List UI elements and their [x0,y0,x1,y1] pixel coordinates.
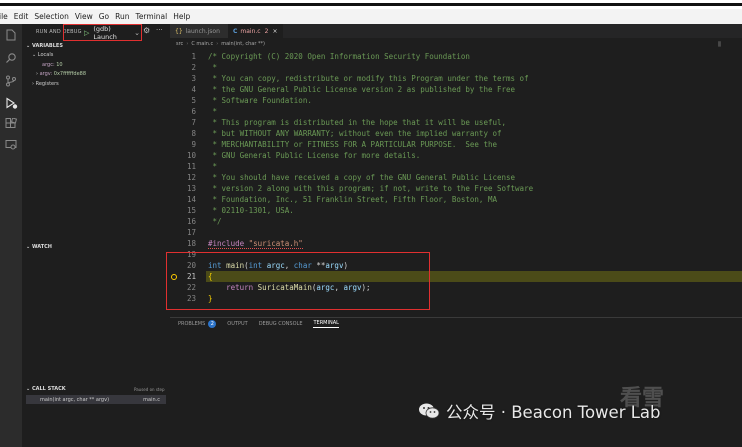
locals-scope[interactable]: ⌄ Locals [32,52,53,58]
start-debugging-icon[interactable]: ▷ [84,29,89,37]
tab-label: main.c [240,27,261,35]
menu-go[interactable]: Go [96,12,112,21]
watermark-text: 公众号 · Beacon Tower Lab [446,403,661,422]
code-line: 6 * [191,107,218,116]
problem-count-badge: 2 [264,27,269,35]
screenshot-frame: ile Edit Selection View Go Run Terminal … [0,0,742,447]
variable-row[interactable]: argc: 10 [42,62,63,68]
c-file-icon: C [233,27,238,35]
code-line: 18 #include "suricata.h" [186,238,303,249]
wechat-icon [419,403,440,419]
code-line: 16 */ [186,217,222,226]
chevron-down-icon: ⌄ [26,244,31,250]
code-line: 11 * [186,162,218,171]
debug-sidebar: RUN AND DEBUG ▷ (gdb) Launch ⌄ ⚙ ··· ⌄ V… [22,24,170,447]
menu-edit[interactable]: Edit [11,12,32,21]
extensions-icon[interactable] [4,117,18,131]
code-line: 3 * You can copy, redistribute or modify… [191,74,529,83]
variables-section-header[interactable]: ⌄ VARIABLES [26,43,63,49]
code-line: 8 * but WITHOUT ANY WARRANTY; without ev… [191,129,502,138]
code-line: 17 [186,228,196,237]
tab-launch-json[interactable]: {} launch.json [170,24,228,38]
explorer-icon[interactable] [4,28,18,42]
code-line: 20 int main(int argc, char **argv) [186,261,348,270]
tab-debug-console[interactable]: DEBUG CONSOLE [259,321,303,327]
tab-main-c[interactable]: C main.c 2 × [228,24,283,38]
json-file-icon: {} [175,27,183,35]
debug-config-label: (gdb) Launch [93,24,117,41]
panel-tabs: PROBLEMS 2 OUTPUT DEBUG CONSOLE TERMINAL [178,320,350,328]
code-line: 10 * GNU General Public License for more… [186,151,421,160]
stack-frame-file: main.c [143,396,160,403]
activity-bar [0,24,22,447]
gear-icon[interactable]: ⚙ [143,26,150,35]
chevron-down-icon: ⌄ [26,386,31,392]
source-control-icon[interactable] [4,74,18,88]
code-line: 23 } [186,294,213,303]
callstack-section-header[interactable]: ⌄ CALL STACK [26,386,66,392]
code-line: 7 * This program is distributed in the h… [191,118,507,127]
tab-terminal[interactable]: TERMINAL [313,320,339,328]
stack-frame-row[interactable]: main(int argc, char ** argv) main.c [26,395,166,404]
editor-tabs: {} launch.json C main.c 2 × [170,24,742,38]
breadcrumb: src › C main.c › main(int, char **) [176,41,265,47]
menu-run[interactable]: Run [112,12,132,21]
menu-bar: ile Edit Selection View Go Run Terminal … [0,9,742,24]
menu-file[interactable]: ile [0,12,11,21]
stack-frame-name: main(int argc, char ** argv) [40,396,110,403]
remote-explorer-icon[interactable] [4,138,18,152]
menu-help[interactable]: Help [170,12,193,21]
debug-config-dropdown[interactable]: ▷ (gdb) Launch ⌄ [84,24,140,41]
more-actions-icon[interactable]: ··· [156,26,163,34]
debug-view-title: RUN AND DEBUG [36,29,82,35]
menu-terminal[interactable]: Terminal [133,12,171,21]
chevron-right-icon: › [36,71,38,77]
include-directive: #include "suricata.h" [208,238,303,249]
registers-scope[interactable]: › Registers [32,81,59,87]
code-line: 12 * You should have received a copy of … [186,173,516,182]
menu-view[interactable]: View [72,12,96,21]
chevron-right-icon: › [32,81,34,87]
code-line: 13 * version 2 along with this program; … [186,184,534,193]
tab-label: launch.json [185,27,220,35]
code-line: 4 * the GNU General Public License versi… [191,85,516,94]
paused-status: Paused on step [134,387,165,392]
wechat-watermark: 公众号 · Beacon Tower Lab [418,400,661,422]
code-line: 15 * 02110-1301, USA. [186,206,294,215]
menu-selection[interactable]: Selection [31,12,72,21]
close-icon[interactable]: × [272,28,277,35]
chevron-down-icon: ⌄ [26,43,31,49]
variable-row[interactable]: › argv: 0x7ffffffde88 [36,71,86,77]
code-line: 22 return SuricataMain(argc, argv); [186,283,371,292]
split-editor-icon[interactable]: ⫼ [718,41,721,49]
problems-count-badge: 2 [208,320,217,328]
search-icon[interactable] [4,51,18,65]
current-code-line: 21 { [170,271,742,282]
code-line: 5 * Software Foundation. [191,96,312,105]
code-line: 14 * Foundation, Inc., 51 Franklin Stree… [186,195,497,204]
code-line: 2 * [191,63,218,72]
tab-problems[interactable]: PROBLEMS 2 [178,320,217,328]
breadcrumb-item[interactable]: C main.c [191,41,213,47]
code-line: 19 [186,250,196,259]
code-line: 1/* Copyright (C) 2020 Open Information … [191,52,470,61]
top-border [0,0,742,9]
code-line: 9 * MERCHANTABILITY or FITNESS FOR A PAR… [191,140,497,149]
run-debug-icon[interactable] [4,96,18,110]
watch-section-header[interactable]: ⌄ WATCH [26,244,52,250]
chevron-down-icon: ⌄ [32,52,37,58]
tab-output[interactable]: OUTPUT [227,321,247,327]
chevron-down-icon: ⌄ [134,28,140,37]
breadcrumb-item[interactable]: main(int, char **) [221,41,265,47]
